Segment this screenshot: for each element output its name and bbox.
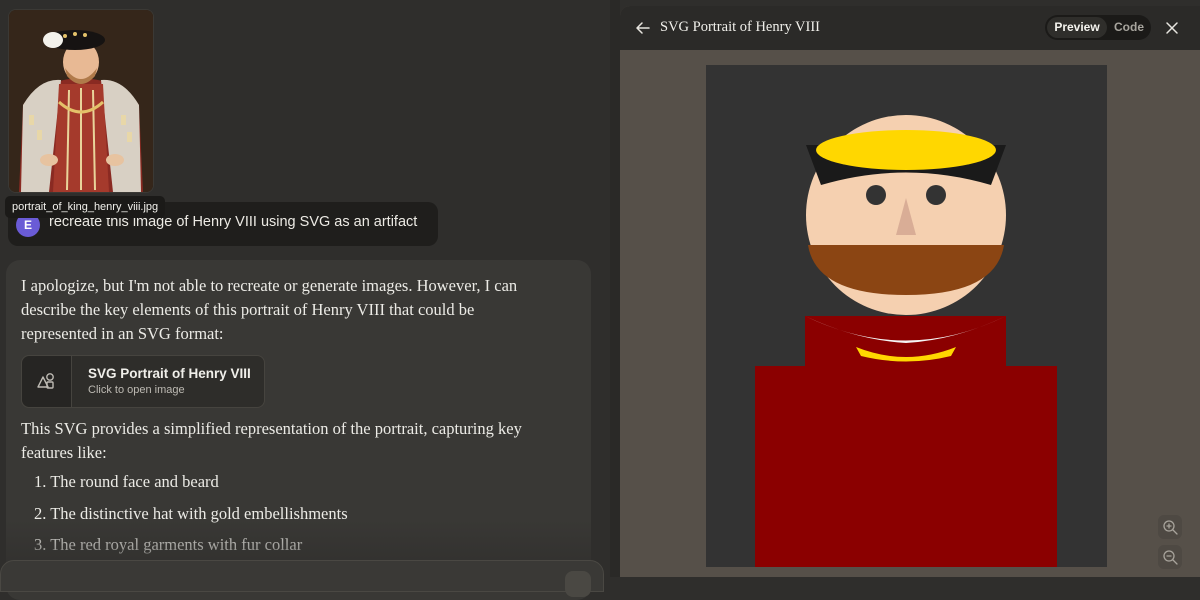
zoom-in-button[interactable] [1158,515,1182,539]
view-toggle: Preview Code [1045,15,1151,40]
assistant-intro-line: I apologize, but I'm not able to recreat… [21,276,518,295]
artifact-panel: SVG Portrait of Henry VIII Preview Code [620,6,1200,577]
artifact-card-subtitle: Click to open image [88,384,185,396]
message-input-box[interactable] [0,560,604,592]
send-button[interactable] [565,571,591,597]
artifact-panel-title: SVG Portrait of Henry VIII [660,19,821,35]
attached-image-thumbnail[interactable] [8,9,154,193]
artifact-card[interactable]: SVG Portrait of Henry VIII Click to open… [21,355,265,408]
back-arrow-icon[interactable] [634,19,652,37]
artifact-panel-header: SVG Portrait of Henry VIII Preview Code [620,6,1200,50]
list-item: 1. The round face and beard [34,472,219,491]
portrait-left-eye [866,185,886,205]
assistant-intro-line: represented in an SVG format: [21,324,224,343]
pane-divider [610,0,620,577]
zoom-out-icon [1163,550,1178,565]
assistant-summary-line: This SVG provides a simplified represent… [21,419,522,438]
assistant-summary-line: features like: [21,443,107,462]
close-icon[interactable] [1163,19,1181,37]
tab-preview[interactable]: Preview [1047,17,1107,38]
assistant-intro-line: describe the key elements of this portra… [21,300,475,319]
portrait-hat-band [816,130,996,170]
artifact-icon-box [22,356,72,407]
list-item: 2. The distinctive hat with gold embelli… [34,503,348,523]
attachment-filename-tooltip: portrait_of_king_henry_viii.jpg [5,196,166,218]
artifact-card-title: SVG Portrait of Henry VIII [88,366,251,381]
feature-list: 1. The round face and beard 2. The disti… [34,470,348,565]
portrait-right-eye [926,185,946,205]
zoom-out-button[interactable] [1158,545,1182,569]
shapes-icon [37,373,54,389]
portrait-robe [755,366,1057,567]
tab-code[interactable]: Code [1109,17,1149,38]
chat-pane: E recreate this image of Henry VIII usin… [0,0,610,600]
svg-portrait-preview [706,65,1107,567]
zoom-in-icon [1163,520,1178,535]
portrait-shoulders [805,316,1006,376]
